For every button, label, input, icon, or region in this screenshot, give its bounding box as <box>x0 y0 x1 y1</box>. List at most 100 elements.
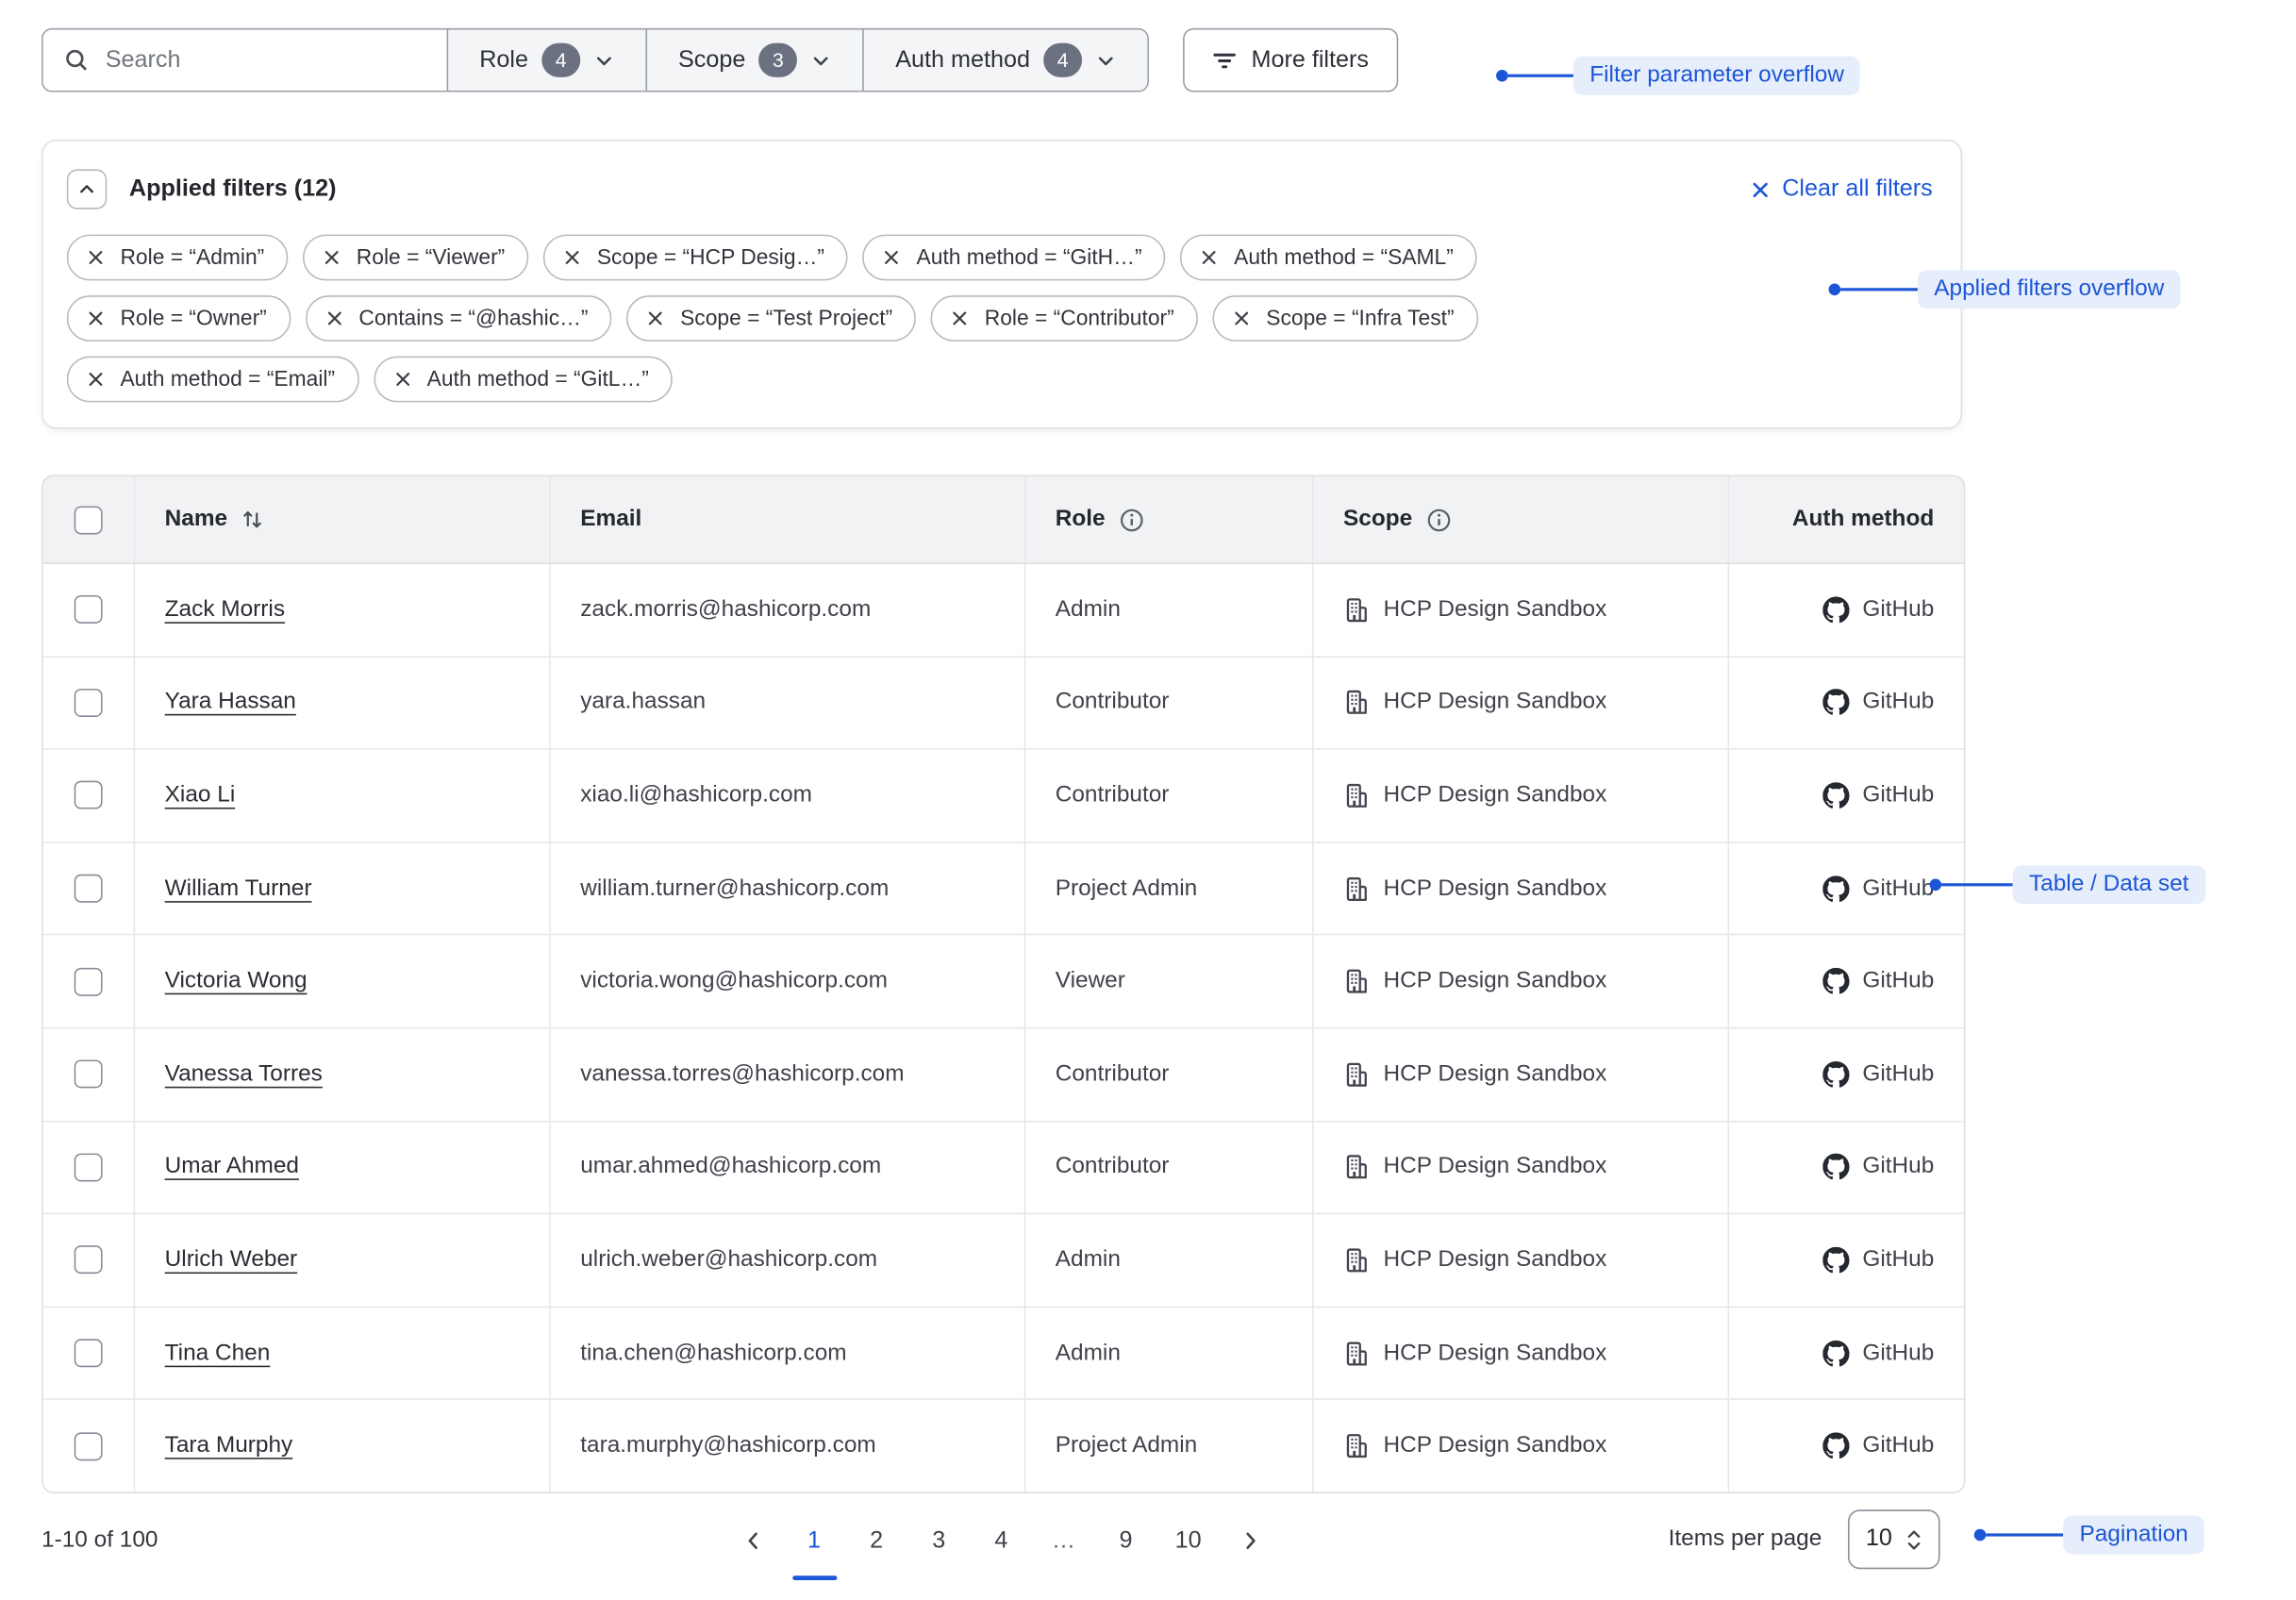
dismiss-icon[interactable] <box>563 248 582 267</box>
row-checkbox[interactable] <box>75 1246 103 1275</box>
role-cell: Admin <box>1025 1308 1313 1399</box>
user-name-link[interactable]: William Turner <box>165 875 312 902</box>
dismiss-icon[interactable] <box>951 308 970 327</box>
auth-method-value: GitHub <box>1862 968 1934 994</box>
row-checkbox[interactable] <box>75 1060 103 1089</box>
scope-value: HCP Design Sandbox <box>1384 596 1607 623</box>
dismiss-icon[interactable] <box>1200 248 1219 267</box>
role-value: Admin <box>1056 1340 1121 1366</box>
prev-page-button[interactable] <box>733 1522 772 1560</box>
column-label: Scope <box>1343 507 1412 533</box>
applied-filter-chip[interactable]: Scope = “HCP Desig…” <box>543 235 848 281</box>
annotation-label: Applied filters overflow <box>1918 270 2181 308</box>
dismiss-icon[interactable] <box>324 308 343 327</box>
applied-filter-chip[interactable]: Role = “Contributor” <box>931 295 1198 342</box>
scope-value: HCP Design Sandbox <box>1384 1340 1607 1366</box>
applied-filter-chip[interactable]: Auth method = “Email” <box>67 357 358 403</box>
row-checkbox[interactable] <box>75 1339 103 1367</box>
user-name-link[interactable]: Victoria Wong <box>165 968 308 994</box>
org-building-icon <box>1343 1154 1370 1180</box>
dismiss-icon[interactable] <box>323 248 341 267</box>
chip-label: Auth method = “SAML” <box>1234 245 1454 269</box>
auth-method-cell: GitHub <box>1729 1028 1964 1120</box>
github-icon <box>1822 596 1849 623</box>
role-cell: Project Admin <box>1025 842 1313 934</box>
row-checkbox[interactable] <box>75 1153 103 1181</box>
role-value: Contributor <box>1056 1061 1170 1088</box>
dismiss-icon[interactable] <box>86 308 105 327</box>
name-cell: William Turner <box>135 842 551 934</box>
info-icon[interactable] <box>1119 507 1144 532</box>
applied-filter-chip[interactable]: Contains = “@hashic…” <box>306 295 612 342</box>
annotation-label: Filter parameter overflow <box>1573 57 1860 95</box>
dismiss-icon[interactable] <box>882 248 901 267</box>
annotation-table-dataset: Table / Data set <box>1930 865 2205 904</box>
page-number-9[interactable]: 9 <box>1106 1521 1145 1560</box>
email-value: xiao.li@hashicorp.com <box>580 782 812 808</box>
user-name-link[interactable]: Ulrich Weber <box>165 1247 298 1274</box>
search-input[interactable] <box>103 45 426 75</box>
row-checkbox[interactable] <box>75 689 103 717</box>
applied-filter-chip[interactable]: Auth method = “SAML” <box>1180 235 1477 281</box>
applied-filter-chip[interactable]: Role = “Owner” <box>67 295 291 342</box>
row-checkbox-cell <box>43 1122 136 1213</box>
row-checkbox[interactable] <box>75 967 103 995</box>
next-page-button[interactable] <box>1230 1522 1269 1560</box>
scope-cell: HCP Design Sandbox <box>1314 657 1730 748</box>
applied-filter-chip[interactable]: Scope = “Infra Test” <box>1213 295 1478 342</box>
page-number-2[interactable]: 2 <box>857 1521 896 1560</box>
name-cell: Umar Ahmed <box>135 1122 551 1213</box>
user-name-link[interactable]: Xiao Li <box>165 782 236 808</box>
applied-filter-chip[interactable]: Auth method = “GitH…” <box>863 235 1166 281</box>
pagination: 1234…910 <box>733 1521 1269 1560</box>
collapse-panel-button[interactable] <box>67 169 107 208</box>
row-checkbox[interactable] <box>75 875 103 903</box>
applied-filter-chip[interactable]: Role = “Viewer” <box>303 235 528 281</box>
user-name-link[interactable]: Tara Murphy <box>165 1433 293 1459</box>
search-field[interactable] <box>43 29 447 91</box>
dismiss-icon[interactable] <box>392 370 411 389</box>
row-checkbox[interactable] <box>75 781 103 809</box>
row-checkbox[interactable] <box>75 595 103 624</box>
select-all-checkbox[interactable] <box>75 506 103 534</box>
info-icon[interactable] <box>1425 507 1451 532</box>
page-number-1[interactable]: 1 <box>794 1521 834 1560</box>
user-name-link[interactable]: Tina Chen <box>165 1340 271 1366</box>
more-filters-button[interactable]: More filters <box>1183 28 1398 92</box>
user-name-link[interactable]: Umar Ahmed <box>165 1154 299 1180</box>
column-header-name[interactable]: Name <box>135 476 551 562</box>
name-cell: Victoria Wong <box>135 936 551 1027</box>
chip-label: Role = “Owner” <box>120 307 266 330</box>
applied-filter-chip[interactable]: Auth method = “GitL…” <box>374 357 673 403</box>
chevron-up-down-icon <box>1904 1528 1922 1551</box>
page-number-10[interactable]: 10 <box>1168 1521 1207 1560</box>
connector-dot <box>1974 1529 1987 1542</box>
filter-dropdown-role[interactable]: Role 4 <box>447 29 646 91</box>
filter-dropdown-scope[interactable]: Scope 3 <box>645 29 862 91</box>
github-icon <box>1822 1433 1849 1459</box>
clear-all-filters-link[interactable]: Clear all filters <box>1750 175 1933 202</box>
dismiss-icon[interactable] <box>86 370 105 389</box>
dismiss-icon[interactable] <box>1232 308 1251 327</box>
page-number-4[interactable]: 4 <box>981 1521 1021 1560</box>
row-checkbox-cell <box>43 1028 136 1120</box>
connector-dot <box>1496 70 1508 82</box>
dismiss-icon[interactable] <box>646 308 665 327</box>
page-number-3[interactable]: 3 <box>919 1521 958 1560</box>
connector-dot <box>1829 284 1841 296</box>
user-name-link[interactable]: Vanessa Torres <box>165 1061 323 1088</box>
row-checkbox[interactable] <box>75 1432 103 1460</box>
filter-dropdown-auth-method[interactable]: Auth method 4 <box>863 29 1148 91</box>
applied-filter-chip[interactable]: Scope = “Test Project” <box>626 295 916 342</box>
user-name-link[interactable]: Zack Morris <box>165 596 285 623</box>
column-label: Auth method <box>1792 507 1934 533</box>
email-cell: victoria.wong@hashicorp.com <box>551 936 1026 1027</box>
name-cell: Zack Morris <box>135 564 551 656</box>
applied-filter-chip[interactable]: Role = “Admin” <box>67 235 289 281</box>
dismiss-icon[interactable] <box>86 248 105 267</box>
column-header-role: Role <box>1025 476 1313 562</box>
user-name-link[interactable]: Yara Hassan <box>165 690 296 716</box>
page-size-select[interactable]: 10 <box>1849 1509 1941 1569</box>
auth-method-value: GitHub <box>1862 690 1934 716</box>
annotation-label: Table / Data set <box>2013 865 2205 904</box>
